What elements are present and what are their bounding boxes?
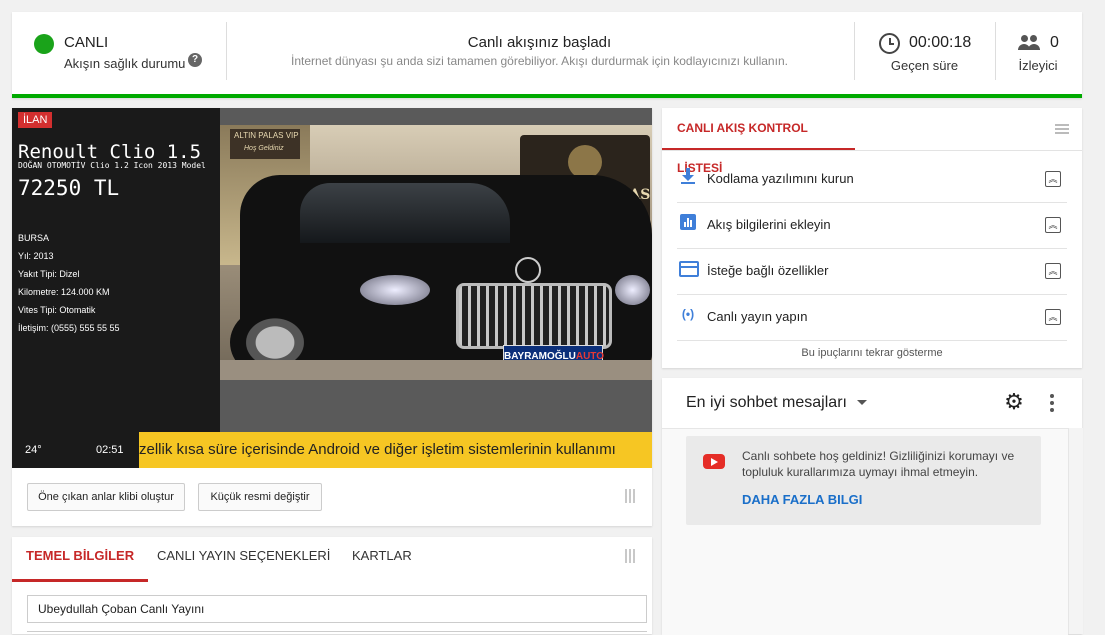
stream-started-subtitle: İnternet dünyası şu anda sizi tamamen gö… (291, 54, 788, 68)
car-detail: İletişim: (0555) 555 55 55 (18, 323, 120, 333)
broadcast-icon: (•) (681, 307, 695, 321)
divider (854, 22, 855, 80)
drag-handle-icon[interactable] (625, 549, 637, 563)
car-photo: ALTIN PALAS VIP Hoş Geldiniz ALTIN PALAS… (220, 125, 652, 380)
checklist-item-encoder[interactable]: Kodlama yazılımını kurun ︽ (677, 156, 1067, 203)
elapsed-time-label: Geçen süre (890, 58, 959, 73)
viewers-count: 0 (1050, 34, 1059, 51)
divider (995, 22, 996, 80)
car-price: 72250 TL (18, 176, 120, 200)
car-detail: Vites Tipi: Otomatik (18, 305, 96, 315)
stream-preview-card: ALTIN PALAS VIP Hoş Geldiniz ALTIN PALAS… (12, 108, 652, 526)
health-label: Akışın sağlık durumu (64, 56, 186, 71)
photo-welcome: Hoş Geldiniz (244, 145, 284, 152)
next-input-edge (27, 631, 647, 635)
chat-welcome-box: Canlı sohbete hoş geldiniz! Gizliliğiniz… (686, 436, 1041, 525)
car-title: Renoult Clio 1.5 (18, 141, 202, 163)
drag-handle-icon[interactable] (625, 489, 637, 503)
ad-badge: İLAN (18, 112, 53, 128)
ad-info-panel: İLAN Renoult Clio 1.5 DOĞAN OTOMOTİV Cli… (12, 108, 220, 468)
card-icon (679, 261, 699, 277)
checklist-item-label: İsteğe bağlı özellikler (707, 263, 829, 278)
title-input-value: Ubeydullah Çoban Canlı Yayını (38, 602, 205, 616)
tab-basic-info[interactable]: TEMEL BİLGİLER (12, 537, 149, 582)
header-divider (662, 150, 1082, 151)
car-detail: Kilometre: 124.000 KM (18, 287, 110, 297)
tab-stream-options[interactable]: CANLI YAYIN SEÇENEKLERİ (157, 537, 330, 579)
car-detail: Yıl: 2013 (18, 251, 54, 261)
help-icon[interactable]: ? (188, 53, 202, 67)
clock-time: 02:51 (96, 444, 124, 456)
change-thumbnail-button[interactable]: Küçük resmi değiştir (198, 483, 322, 511)
stream-started-title: Canlı akışınız başladı (467, 34, 612, 51)
temperature: 24° (25, 444, 42, 456)
viewers-label: İzleyici (1018, 58, 1058, 73)
drag-handle-icon[interactable] (1055, 122, 1069, 134)
photo-sign-small: ALTIN PALAS VIP (234, 131, 299, 140)
youtube-logo-icon (703, 454, 725, 469)
create-highlight-clip-button[interactable]: Öne çıkan anlar klibi oluştur (27, 483, 185, 511)
car-subtitle: DOĞAN OTOMOTİV Clio 1.2 Icon 2013 Model (18, 161, 206, 170)
car-detail: BURSA (18, 233, 50, 243)
chevron-down-icon (857, 400, 868, 406)
car-detail: Yakıt Tipi: Dizel (18, 269, 80, 279)
expand-less-icon[interactable]: ︽ (1045, 171, 1061, 187)
learn-more-link[interactable]: DAHA FAZLA BILGI (742, 492, 862, 507)
more-vert-icon[interactable] (1050, 394, 1054, 412)
expand-less-icon[interactable]: ︽ (1045, 263, 1061, 279)
ticker-text: zellik kısa süre içerisinde Android ve d… (139, 441, 616, 458)
viewers-icon (1018, 35, 1042, 51)
expand-less-icon[interactable]: ︽ (1045, 309, 1061, 325)
stream-status-bar: CANLI Akışın sağlık durumu ? Canlı akışı… (12, 12, 1082, 98)
checklist-item-label: Akış bilgilerini ekleyin (707, 217, 831, 232)
gear-icon[interactable]: ⚙ (1004, 391, 1024, 413)
checklist-item-optional[interactable]: İsteğe bağlı özellikler ︽ (677, 248, 1067, 295)
stream-info-tabs-card: TEMEL BİLGİLER CANLI YAYIN SEÇENEKLERİ K… (12, 537, 652, 634)
download-icon (681, 168, 695, 184)
chat-mode-dropdown[interactable]: En iyi sohbet mesajları (686, 394, 868, 414)
checklist-item-label: Canlı yayın yapın (707, 309, 808, 324)
stream-checklist-card: CANLI AKIŞ KONTROL LİSTESİ Kodlama yazıl… (662, 108, 1082, 368)
checklist-item-stream-info[interactable]: Akış bilgilerini ekleyin ︽ (677, 202, 1067, 249)
checklist-item-go-live[interactable]: (•) Canlı yayın yapın ︽ (677, 294, 1067, 341)
chart-icon (680, 214, 696, 230)
elapsed-time-value: 00:00:18 (909, 34, 972, 51)
clock-icon (879, 33, 900, 54)
video-preview[interactable]: ALTIN PALAS VIP Hoş Geldiniz ALTIN PALAS… (12, 108, 652, 468)
live-indicator-dot (34, 34, 54, 54)
chat-scrollbar[interactable] (1068, 428, 1083, 634)
expand-less-icon[interactable]: ︽ (1045, 217, 1061, 233)
news-ticker: zellik kısa süre içerisinde Android ve d… (139, 432, 652, 468)
divider (226, 22, 227, 80)
live-chat-card: En iyi sohbet mesajları ⚙ Canlı sohbete … (662, 378, 1083, 635)
checklist-item-label: Kodlama yazılımını kurun (707, 171, 854, 186)
tab-cards[interactable]: KARTLAR (352, 537, 412, 579)
chat-welcome-text: Canlı sohbete hoş geldiniz! Gizliliğiniz… (742, 449, 1015, 479)
title-input[interactable]: Ubeydullah Çoban Canlı Yayını (27, 595, 647, 623)
chat-title: En iyi sohbet mesajları (686, 394, 847, 411)
dont-show-tips-link[interactable]: Bu ipuçlarını tekrar gösterme (662, 347, 1082, 359)
checklist-header: CANLI AKIŞ KONTROL LİSTESİ (662, 108, 855, 175)
live-label: CANLI (64, 34, 109, 51)
